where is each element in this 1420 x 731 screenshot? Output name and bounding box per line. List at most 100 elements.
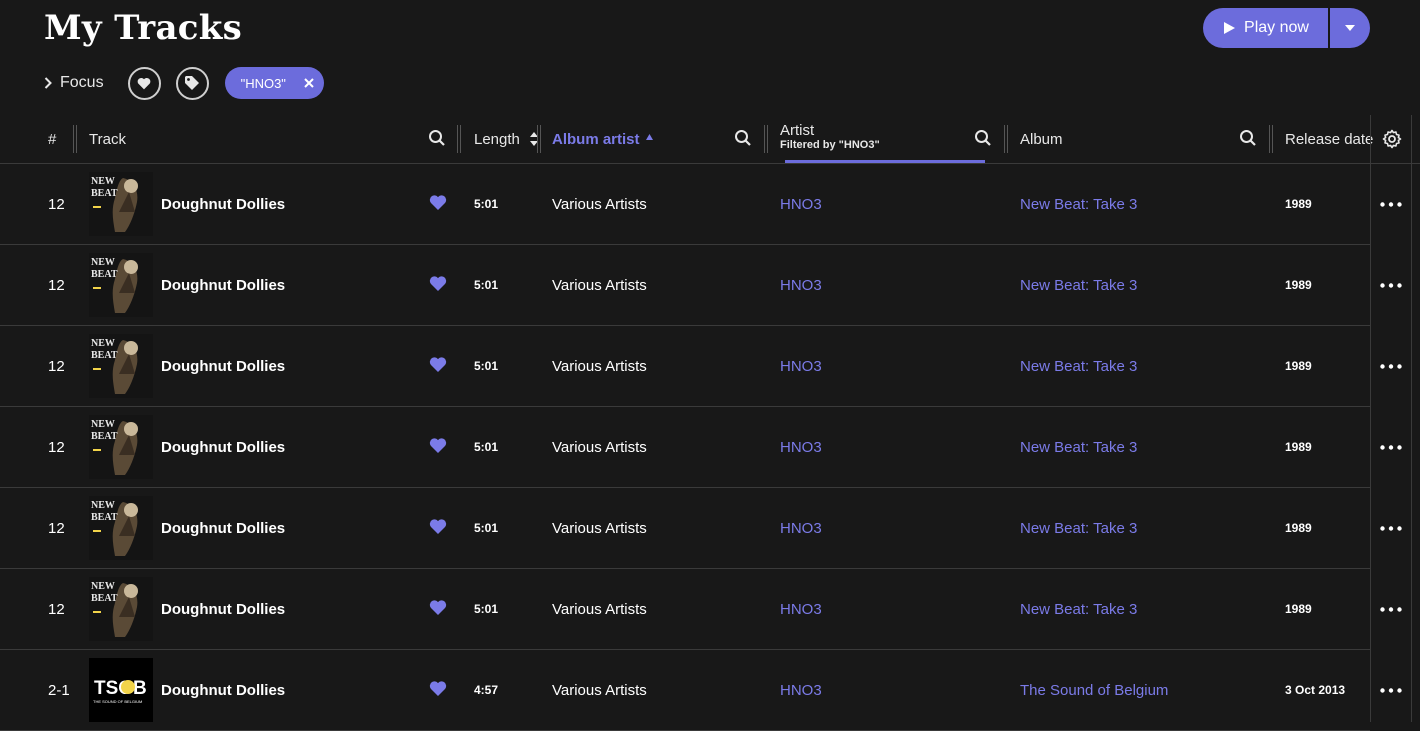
album-link[interactable]: New Beat: Take 3 bbox=[1020, 407, 1137, 487]
more-options-button[interactable] bbox=[1380, 569, 1402, 649]
album-link[interactable]: New Beat: Take 3 bbox=[1020, 488, 1137, 568]
album-link[interactable]: The Sound of Belgium bbox=[1020, 650, 1168, 730]
table-row[interactable]: 12 NEW BEAT Doughnut Dollies 5:01 Various… bbox=[0, 326, 1402, 407]
heart-icon[interactable] bbox=[429, 680, 447, 697]
play-options-button[interactable] bbox=[1330, 8, 1370, 48]
new-beat-artwork: NEWBEAT bbox=[89, 577, 153, 641]
gear-icon[interactable] bbox=[1382, 129, 1402, 149]
more-options-button[interactable] bbox=[1380, 407, 1402, 487]
heart-icon[interactable] bbox=[429, 194, 447, 211]
artist-link[interactable]: HNO3 bbox=[780, 245, 822, 325]
artist-link[interactable]: HNO3 bbox=[780, 650, 822, 730]
svg-text:NEW: NEW bbox=[91, 581, 115, 592]
album-cover[interactable]: NEW BEAT bbox=[89, 577, 153, 641]
column-resize-handle[interactable] bbox=[457, 125, 461, 153]
album-cover[interactable]: NEW BEAT bbox=[89, 334, 153, 398]
column-resize-handle[interactable] bbox=[764, 125, 768, 153]
track-number: 12 bbox=[48, 519, 65, 537]
table-row[interactable]: 12 NEW BEAT Doughnut Dollies 5:01 Various… bbox=[0, 407, 1402, 488]
search-icon[interactable] bbox=[734, 129, 752, 147]
heart-icon[interactable] bbox=[429, 275, 447, 292]
table-row[interactable]: 12 NEW BEAT Doughnut Dollies 5:01 Various… bbox=[0, 245, 1402, 326]
search-icon[interactable] bbox=[974, 129, 992, 147]
album-cover[interactable]: NEW BEAT bbox=[89, 172, 153, 236]
table-row[interactable]: 12 NEW BEAT Doughnut Dollies 5:01 Various… bbox=[0, 164, 1402, 245]
column-header-album[interactable]: Album bbox=[1020, 115, 1063, 163]
release-date: 1989 bbox=[1285, 602, 1312, 616]
heart-icon[interactable] bbox=[429, 437, 447, 454]
play-now-label: Play now bbox=[1244, 19, 1309, 36]
table-row[interactable]: 12 NEW BEAT Doughnut Dollies 5:01 Various… bbox=[0, 488, 1402, 569]
svg-text:NEW: NEW bbox=[91, 176, 115, 187]
release-date: 1989 bbox=[1285, 278, 1312, 292]
svg-text:NEW: NEW bbox=[91, 419, 115, 430]
svg-text:TSOB: TSOB bbox=[94, 678, 147, 699]
track-length: 5:01 bbox=[474, 197, 499, 211]
album-cover[interactable]: NEW BEAT bbox=[89, 415, 153, 479]
table-header: # Track Length Album artist Artist Filte… bbox=[0, 115, 1420, 164]
column-resize-handle[interactable] bbox=[73, 125, 77, 153]
more-options-button[interactable] bbox=[1380, 488, 1402, 568]
column-header-number[interactable]: # bbox=[48, 115, 56, 163]
sort-ascending-icon[interactable] bbox=[646, 134, 653, 140]
active-filter-chip[interactable]: "HNO3" bbox=[224, 67, 324, 99]
heart-icon[interactable] bbox=[429, 356, 447, 373]
album-cover[interactable]: NEW BEAT bbox=[89, 253, 153, 317]
svg-text:BEAT: BEAT bbox=[91, 512, 118, 523]
artist-link[interactable]: HNO3 bbox=[780, 407, 822, 487]
artist-link[interactable]: HNO3 bbox=[780, 164, 822, 244]
focus-toggle[interactable]: Focus bbox=[44, 74, 104, 92]
more-options-button[interactable] bbox=[1380, 245, 1402, 325]
search-icon[interactable] bbox=[428, 129, 446, 147]
column-resize-handle[interactable] bbox=[537, 125, 541, 153]
table-row[interactable]: 12 NEW BEAT Doughnut Dollies 5:01 Various… bbox=[0, 569, 1402, 650]
play-now-button[interactable]: Play now bbox=[1203, 8, 1328, 48]
album-link[interactable]: New Beat: Take 3 bbox=[1020, 164, 1137, 244]
scrollbar-track[interactable] bbox=[1411, 115, 1412, 722]
column-header-release-date[interactable]: Release date bbox=[1285, 115, 1373, 163]
new-beat-artwork: NEWBEAT bbox=[89, 415, 153, 479]
track-length: 5:01 bbox=[474, 521, 499, 535]
artist-link[interactable]: HNO3 bbox=[780, 488, 822, 568]
artist-link[interactable]: HNO3 bbox=[780, 569, 822, 649]
ellipsis-icon bbox=[1380, 525, 1402, 531]
column-resize-handle[interactable] bbox=[1269, 125, 1273, 153]
album-artist: Various Artists bbox=[552, 438, 647, 456]
album-artist: Various Artists bbox=[552, 600, 647, 618]
tag-filter-button[interactable] bbox=[175, 66, 209, 100]
filter-bar: Focus "HNO3" bbox=[44, 66, 324, 100]
album-link[interactable]: New Beat: Take 3 bbox=[1020, 245, 1137, 325]
track-length: 5:01 bbox=[474, 278, 499, 292]
search-icon[interactable] bbox=[1239, 129, 1257, 147]
ellipsis-icon bbox=[1380, 363, 1402, 369]
column-resize-handle[interactable] bbox=[1004, 125, 1008, 153]
heart-icon[interactable] bbox=[429, 518, 447, 535]
table-row[interactable]: 2-1 TSOB THE SOUND OF BELGIUM Doughnut Do… bbox=[0, 650, 1402, 731]
album-link[interactable]: New Beat: Take 3 bbox=[1020, 326, 1137, 406]
artist-header-label: Artist bbox=[780, 122, 815, 139]
favorites-filter-button[interactable] bbox=[127, 66, 161, 100]
column-header-artist[interactable]: Artist Filtered by "HNO3" bbox=[780, 123, 880, 151]
focus-label: Focus bbox=[60, 74, 104, 91]
album-cover[interactable]: TSOB THE SOUND OF BELGIUM bbox=[89, 658, 153, 722]
heart-icon[interactable] bbox=[429, 599, 447, 616]
close-icon[interactable] bbox=[304, 78, 314, 88]
heart-icon bbox=[137, 77, 151, 89]
more-options-button[interactable] bbox=[1380, 164, 1402, 244]
svg-text:BEAT: BEAT bbox=[91, 350, 118, 361]
more-options-button[interactable] bbox=[1380, 326, 1402, 406]
track-length: 5:01 bbox=[474, 440, 499, 454]
artist-link[interactable]: HNO3 bbox=[780, 326, 822, 406]
more-options-button[interactable] bbox=[1380, 650, 1402, 730]
track-number: 12 bbox=[48, 195, 65, 213]
release-date: 1989 bbox=[1285, 440, 1312, 454]
column-header-length[interactable]: Length bbox=[474, 115, 520, 163]
column-header-track[interactable]: Track bbox=[89, 115, 126, 163]
svg-text:NEW: NEW bbox=[91, 338, 115, 349]
album-cover[interactable]: NEW BEAT bbox=[89, 496, 153, 560]
column-header-album-artist[interactable]: Album artist bbox=[552, 115, 640, 163]
track-length: 5:01 bbox=[474, 602, 499, 616]
play-controls: Play now bbox=[1203, 8, 1370, 48]
album-link[interactable]: New Beat: Take 3 bbox=[1020, 569, 1137, 649]
artist-filter-note: Filtered by "HNO3" bbox=[780, 139, 880, 151]
